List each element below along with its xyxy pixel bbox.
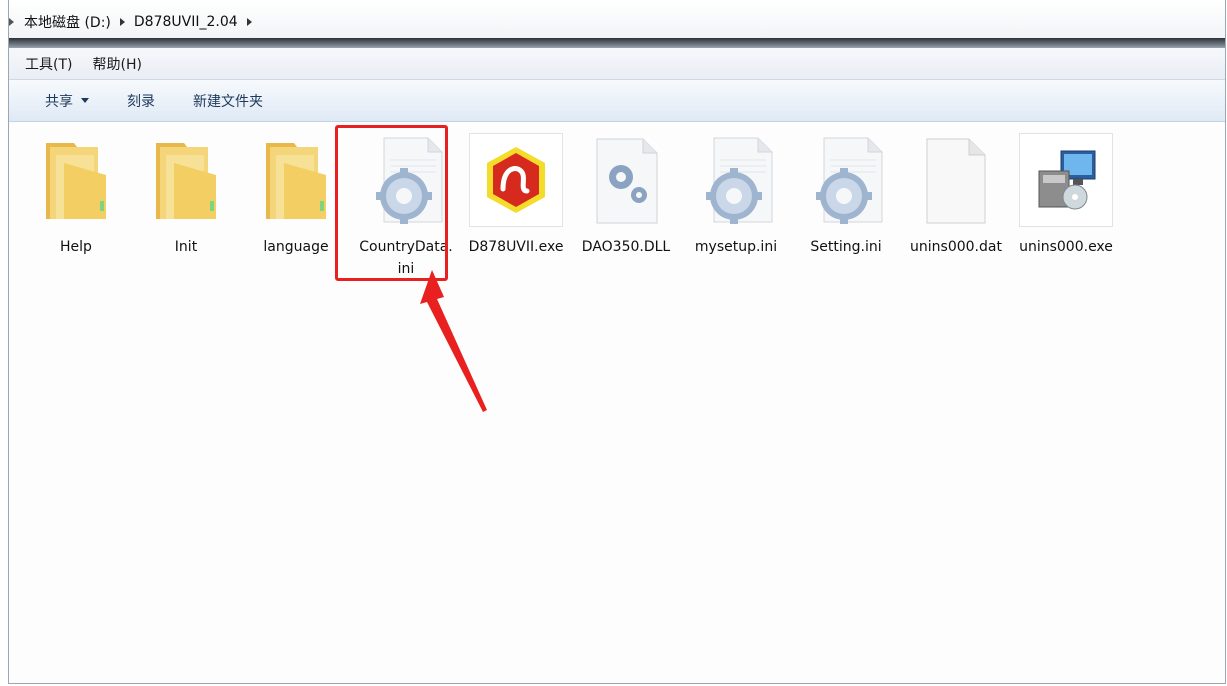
file-item-d878uvii-exe[interactable]: D878UVII.exe — [461, 130, 571, 258]
new-folder-button[interactable]: 新建文件夹 — [193, 91, 263, 111]
file-item-help[interactable]: Help — [21, 130, 131, 258]
chevron-down-icon — [81, 98, 89, 103]
file-name: Init — [174, 239, 198, 255]
file-name: mysetup.ini — [694, 239, 778, 255]
highlight-box — [335, 125, 448, 281]
file-name: Help — [60, 239, 92, 255]
file-name: unins000.exe — [1019, 239, 1113, 255]
file-list: Help Init language CountryData.ini D878U… — [9, 122, 1225, 682]
file-item-setting-ini[interactable]: Setting.ini — [791, 130, 901, 258]
file-item-init[interactable]: Init — [131, 130, 241, 258]
folder-icon — [131, 130, 241, 230]
blank-file-icon — [901, 130, 1011, 230]
chevron-right-icon[interactable] — [9, 18, 14, 26]
address-bar-shadow — [9, 38, 1225, 48]
file-name: D878UVII.exe — [468, 239, 564, 255]
explorer-window: 本地磁盘 (D:) D878UVII_2.04 工具(T) 帮助(H) 共享 刻… — [8, 0, 1226, 684]
file-item-unins000-exe[interactable]: unins000.exe — [1011, 130, 1121, 258]
share-button[interactable]: 共享 — [45, 91, 89, 111]
file-name: Setting.ini — [810, 239, 882, 255]
address-bar[interactable]: 本地磁盘 (D:) D878UVII_2.04 — [9, 0, 1225, 39]
file-name: unins000.dat — [910, 239, 1002, 255]
file-name: DAO350.DLL — [581, 239, 671, 255]
share-button-label: 共享 — [45, 93, 73, 110]
ini-settings-icon — [681, 130, 791, 230]
folder-icon — [21, 130, 131, 230]
breadcrumb: 本地磁盘 (D:) D878UVII_2.04 — [9, 12, 261, 32]
ini-settings-icon — [791, 130, 901, 230]
file-name: language — [263, 239, 329, 255]
burn-button[interactable]: 刻录 — [127, 91, 155, 111]
file-item-unins000-dat[interactable]: unins000.dat — [901, 130, 1011, 258]
file-item-dao350-dll[interactable]: DAO350.DLL — [571, 130, 681, 258]
chevron-right-icon[interactable] — [119, 18, 125, 26]
menu-tools[interactable]: 工具(T) — [25, 54, 72, 74]
app-exe-icon — [461, 130, 571, 230]
command-bar: 共享 刻录 新建文件夹 — [9, 80, 1225, 122]
installer-exe-icon — [1011, 130, 1121, 230]
dll-gear-icon — [571, 130, 681, 230]
menu-help[interactable]: 帮助(H) — [92, 54, 141, 74]
breadcrumb-folder-d878uvii[interactable]: D878UVII_2.04 — [134, 14, 238, 30]
breadcrumb-drive-d[interactable]: 本地磁盘 (D:) — [24, 12, 111, 32]
chevron-right-icon[interactable] — [246, 18, 252, 26]
menu-bar: 工具(T) 帮助(H) — [9, 48, 1225, 80]
file-item-mysetup-ini[interactable]: mysetup.ini — [681, 130, 791, 258]
